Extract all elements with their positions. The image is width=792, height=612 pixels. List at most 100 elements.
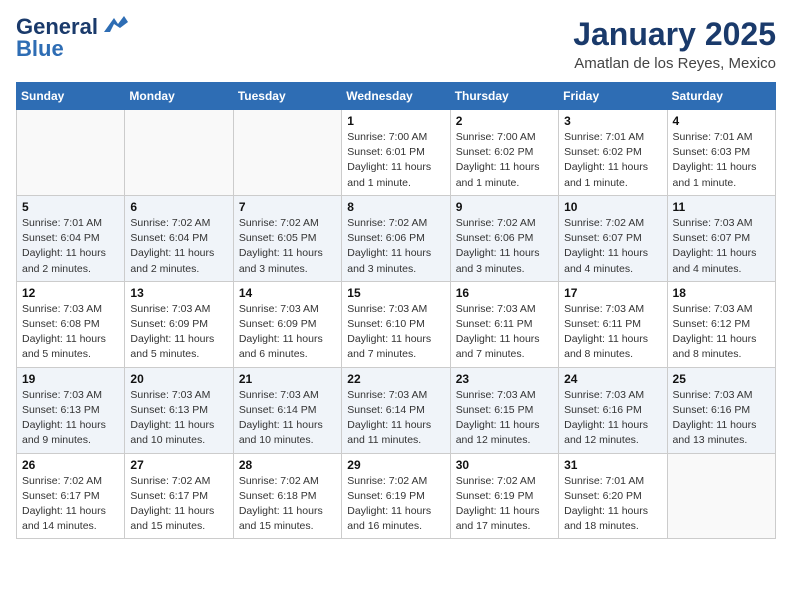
day-number: 12: [22, 286, 119, 300]
logo-bird-icon: [100, 14, 128, 36]
day-number: 31: [564, 458, 661, 472]
day-cell-9: 9 Sunrise: 7:02 AM Sunset: 6:06 PM Daylig…: [450, 195, 558, 281]
week-row-5: 26 Sunrise: 7:02 AM Sunset: 6:17 PM Dayli…: [17, 453, 776, 539]
day-number: 26: [22, 458, 119, 472]
page-header: General Blue January 2025 Amatlan de los…: [16, 16, 776, 72]
day-number: 5: [22, 200, 119, 214]
day-number: 28: [239, 458, 336, 472]
day-number: 27: [130, 458, 227, 472]
day-info: Sunrise: 7:02 AM Sunset: 6:18 PM Dayligh…: [239, 474, 336, 535]
day-number: 25: [673, 372, 770, 386]
day-info: Sunrise: 7:02 AM Sunset: 6:17 PM Dayligh…: [130, 474, 227, 535]
day-cell-2: 2 Sunrise: 7:00 AM Sunset: 6:02 PM Daylig…: [450, 110, 558, 196]
logo-general: General: [16, 16, 98, 38]
day-info: Sunrise: 7:03 AM Sunset: 6:13 PM Dayligh…: [22, 388, 119, 449]
week-row-4: 19 Sunrise: 7:03 AM Sunset: 6:13 PM Dayli…: [17, 367, 776, 453]
day-info: Sunrise: 7:02 AM Sunset: 6:06 PM Dayligh…: [347, 216, 444, 277]
day-cell-27: 27 Sunrise: 7:02 AM Sunset: 6:17 PM Dayli…: [125, 453, 233, 539]
day-info: Sunrise: 7:03 AM Sunset: 6:12 PM Dayligh…: [673, 302, 770, 363]
day-cell-29: 29 Sunrise: 7:02 AM Sunset: 6:19 PM Dayli…: [342, 453, 450, 539]
week-row-1: 1 Sunrise: 7:00 AM Sunset: 6:01 PM Daylig…: [17, 110, 776, 196]
day-number: 17: [564, 286, 661, 300]
calendar-table: SundayMondayTuesdayWednesdayThursdayFrid…: [16, 82, 776, 539]
day-info: Sunrise: 7:01 AM Sunset: 6:20 PM Dayligh…: [564, 474, 661, 535]
empty-cell: [233, 110, 341, 196]
day-info: Sunrise: 7:02 AM Sunset: 6:06 PM Dayligh…: [456, 216, 553, 277]
calendar-header-row: SundayMondayTuesdayWednesdayThursdayFrid…: [17, 83, 776, 110]
day-cell-7: 7 Sunrise: 7:02 AM Sunset: 6:05 PM Daylig…: [233, 195, 341, 281]
day-info: Sunrise: 7:03 AM Sunset: 6:13 PM Dayligh…: [130, 388, 227, 449]
empty-cell: [667, 453, 775, 539]
day-cell-24: 24 Sunrise: 7:03 AM Sunset: 6:16 PM Dayli…: [559, 367, 667, 453]
day-number: 9: [456, 200, 553, 214]
day-cell-21: 21Sunrise: 7:03 AM Sunset: 6:14 PM Dayli…: [233, 367, 341, 453]
day-cell-26: 26Sunrise: 7:02 AM Sunset: 6:17 PM Dayli…: [17, 453, 125, 539]
day-cell-8: 8 Sunrise: 7:02 AM Sunset: 6:06 PM Daylig…: [342, 195, 450, 281]
day-number: 13: [130, 286, 227, 300]
day-info: Sunrise: 7:03 AM Sunset: 6:15 PM Dayligh…: [456, 388, 553, 449]
day-cell-5: 5Sunrise: 7:01 AM Sunset: 6:04 PM Daylig…: [17, 195, 125, 281]
header-tuesday: Tuesday: [233, 83, 341, 110]
day-cell-13: 13Sunrise: 7:03 AM Sunset: 6:09 PM Dayli…: [125, 281, 233, 367]
header-saturday: Saturday: [667, 83, 775, 110]
day-number: 24: [564, 372, 661, 386]
day-number: 7: [239, 200, 336, 214]
day-cell-15: 15 Sunrise: 7:03 AM Sunset: 6:10 PM Dayli…: [342, 281, 450, 367]
day-info: Sunrise: 7:00 AM Sunset: 6:01 PM Dayligh…: [347, 130, 444, 191]
day-number: 29: [347, 458, 444, 472]
day-info: Sunrise: 7:03 AM Sunset: 6:11 PM Dayligh…: [564, 302, 661, 363]
day-number: 19: [22, 372, 119, 386]
day-info: Sunrise: 7:03 AM Sunset: 6:07 PM Dayligh…: [673, 216, 770, 277]
day-cell-18: 18 Sunrise: 7:03 AM Sunset: 6:12 PM Dayli…: [667, 281, 775, 367]
day-cell-3: 3Sunrise: 7:01 AM Sunset: 6:02 PM Daylig…: [559, 110, 667, 196]
day-cell-10: 10 Sunrise: 7:02 AM Sunset: 6:07 PM Dayli…: [559, 195, 667, 281]
day-number: 1: [347, 114, 444, 128]
day-info: Sunrise: 7:02 AM Sunset: 6:07 PM Dayligh…: [564, 216, 661, 277]
day-cell-1: 1 Sunrise: 7:00 AM Sunset: 6:01 PM Daylig…: [342, 110, 450, 196]
title-area: January 2025 Amatlan de los Reyes, Mexic…: [573, 16, 776, 72]
day-number: 10: [564, 200, 661, 214]
day-number: 11: [673, 200, 770, 214]
day-cell-23: 23Sunrise: 7:03 AM Sunset: 6:15 PM Dayli…: [450, 367, 558, 453]
day-info: Sunrise: 7:02 AM Sunset: 6:04 PM Dayligh…: [130, 216, 227, 277]
day-number: 30: [456, 458, 553, 472]
day-cell-25: 25Sunrise: 7:03 AM Sunset: 6:16 PM Dayli…: [667, 367, 775, 453]
day-number: 8: [347, 200, 444, 214]
day-cell-6: 6Sunrise: 7:02 AM Sunset: 6:04 PM Daylig…: [125, 195, 233, 281]
empty-cell: [17, 110, 125, 196]
header-sunday: Sunday: [17, 83, 125, 110]
day-cell-16: 16 Sunrise: 7:03 AM Sunset: 6:11 PM Dayli…: [450, 281, 558, 367]
day-info: Sunrise: 7:00 AM Sunset: 6:02 PM Dayligh…: [456, 130, 553, 191]
day-number: 22: [347, 372, 444, 386]
day-info: Sunrise: 7:02 AM Sunset: 6:19 PM Dayligh…: [456, 474, 553, 535]
logo: General Blue: [16, 16, 128, 60]
day-cell-20: 20 Sunrise: 7:03 AM Sunset: 6:13 PM Dayli…: [125, 367, 233, 453]
day-number: 4: [673, 114, 770, 128]
day-info: Sunrise: 7:01 AM Sunset: 6:03 PM Dayligh…: [673, 130, 770, 191]
week-row-2: 5Sunrise: 7:01 AM Sunset: 6:04 PM Daylig…: [17, 195, 776, 281]
day-cell-12: 12 Sunrise: 7:03 AM Sunset: 6:08 PM Dayli…: [17, 281, 125, 367]
day-info: Sunrise: 7:03 AM Sunset: 6:08 PM Dayligh…: [22, 302, 119, 363]
day-cell-22: 22Sunrise: 7:03 AM Sunset: 6:14 PM Dayli…: [342, 367, 450, 453]
day-number: 16: [456, 286, 553, 300]
day-cell-19: 19 Sunrise: 7:03 AM Sunset: 6:13 PM Dayli…: [17, 367, 125, 453]
day-info: Sunrise: 7:02 AM Sunset: 6:05 PM Dayligh…: [239, 216, 336, 277]
day-number: 2: [456, 114, 553, 128]
week-row-3: 12 Sunrise: 7:03 AM Sunset: 6:08 PM Dayli…: [17, 281, 776, 367]
day-info: Sunrise: 7:03 AM Sunset: 6:10 PM Dayligh…: [347, 302, 444, 363]
day-cell-30: 30 Sunrise: 7:02 AM Sunset: 6:19 PM Dayli…: [450, 453, 558, 539]
day-info: Sunrise: 7:03 AM Sunset: 6:16 PM Dayligh…: [564, 388, 661, 449]
empty-cell: [125, 110, 233, 196]
day-cell-4: 4 Sunrise: 7:01 AM Sunset: 6:03 PM Daylig…: [667, 110, 775, 196]
day-cell-31: 31 Sunrise: 7:01 AM Sunset: 6:20 PM Dayli…: [559, 453, 667, 539]
header-monday: Monday: [125, 83, 233, 110]
day-info: Sunrise: 7:02 AM Sunset: 6:19 PM Dayligh…: [347, 474, 444, 535]
header-thursday: Thursday: [450, 83, 558, 110]
day-number: 3: [564, 114, 661, 128]
day-info: Sunrise: 7:03 AM Sunset: 6:11 PM Dayligh…: [456, 302, 553, 363]
day-cell-14: 14Sunrise: 7:03 AM Sunset: 6:09 PM Dayli…: [233, 281, 341, 367]
day-cell-11: 11 Sunrise: 7:03 AM Sunset: 6:07 PM Dayli…: [667, 195, 775, 281]
day-number: 20: [130, 372, 227, 386]
day-number: 18: [673, 286, 770, 300]
day-number: 15: [347, 286, 444, 300]
